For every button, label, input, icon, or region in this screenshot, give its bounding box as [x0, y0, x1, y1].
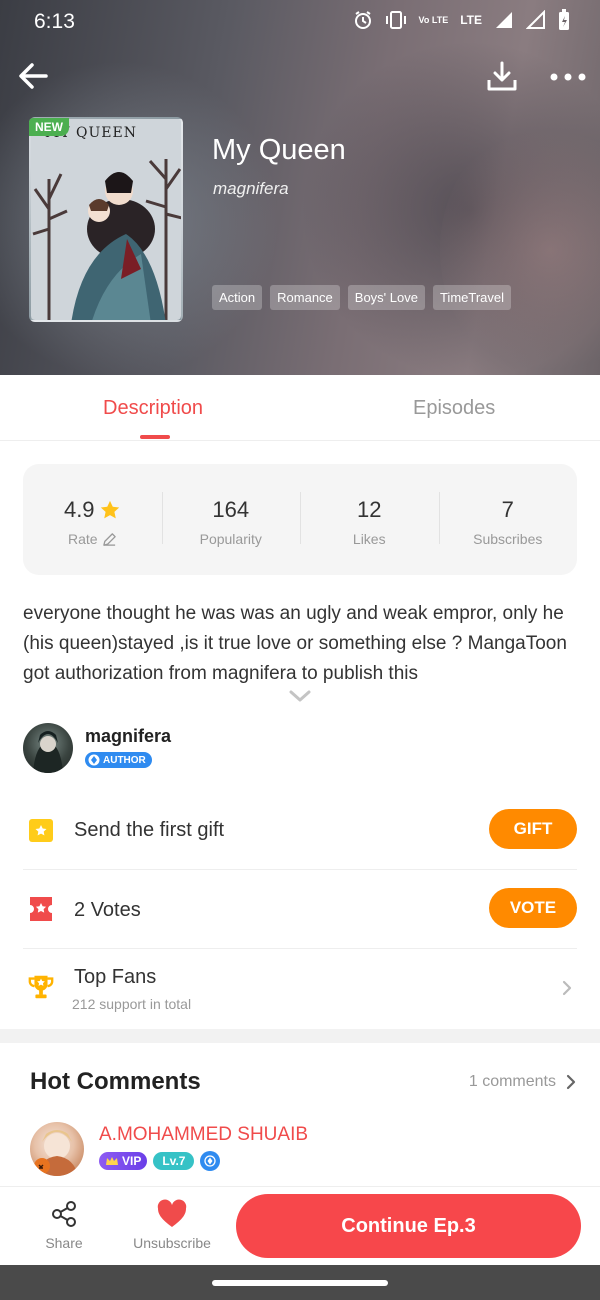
tab-description[interactable]: Description [103, 397, 203, 420]
edit-pencil-icon [102, 532, 116, 546]
system-navigation-bar [0, 1265, 600, 1300]
book-header: 6:13 Vo LTE LTE MY QUEEN NEW My Queen ma… [0, 0, 600, 375]
alarm-icon [354, 11, 371, 29]
bottom-action-bar: Share Unsubscribe Continue Ep.3 [0, 1186, 600, 1265]
stat-likes: 12 Likes [300, 464, 439, 575]
vote-text: 2 Votes [74, 899, 141, 922]
vote-count: 2 [74, 899, 86, 921]
tag-action[interactable]: Action [212, 285, 263, 310]
vote-button[interactable]: VOTE [489, 888, 577, 928]
vibrate-icon [385, 11, 406, 29]
author-shield-icon [88, 754, 100, 766]
author-circle-badge [200, 1151, 221, 1171]
status-time: 6:13 [34, 10, 75, 33]
gift-button[interactable]: GIFT [489, 809, 577, 849]
rate-label: Rate [67, 531, 98, 547]
commenter-name[interactable]: A.MOHAMMED SHUAIB [99, 1124, 308, 1146]
likes-value: 12 [357, 497, 382, 522]
author-badge-label: AUTHOR [103, 754, 146, 766]
share-label: Share [45, 1235, 83, 1251]
chevron-right-icon [566, 1074, 576, 1090]
vote-label: Votes [90, 899, 141, 921]
expand-description-button[interactable] [287, 688, 313, 704]
vip-badge: VIP [99, 1152, 148, 1170]
unsubscribe-label: Unsubscribe [133, 1235, 211, 1251]
more-dots-icon [550, 73, 586, 81]
hot-comments-count-link[interactable]: 1 comments [469, 1073, 576, 1091]
status-bar: 6:13 Vo LTE LTE [0, 0, 600, 44]
gift-text: Send the first gift [74, 819, 225, 841]
tab-episodes[interactable]: Episodes [413, 397, 495, 420]
top-fans-subtitle: 212 support in total [72, 996, 192, 1012]
likes-label: Likes [352, 531, 386, 547]
new-badge: NEW [29, 118, 69, 136]
chevron-down-icon [289, 690, 311, 702]
author-name[interactable]: magnifera [85, 726, 171, 747]
share-icon [52, 1201, 76, 1227]
author-avatar[interactable] [23, 723, 73, 773]
book-cover[interactable]: MY QUEEN [29, 117, 183, 322]
vip-badge-label: VIP [122, 1154, 142, 1168]
battery-icon [559, 9, 569, 30]
hot-comments-title: Hot Comments [30, 1068, 201, 1095]
gift-row: Send the first gift GIFT [23, 790, 577, 870]
unsubscribe-button[interactable]: Unsubscribe [128, 1199, 216, 1251]
status-icons: Vo LTE LTE [353, 9, 570, 31]
signal-icon [526, 10, 545, 29]
detail-tabs: Description Episodes [0, 375, 600, 441]
section-divider [0, 1029, 600, 1043]
book-author[interactable]: magnifera [213, 179, 289, 199]
vote-ticket-icon [30, 897, 52, 921]
popularity-value: 164 [212, 497, 250, 522]
stat-subscribes: 7 Subscribes [438, 464, 578, 575]
top-fans-row[interactable]: Top Fans 212 support in total [23, 949, 577, 1029]
book-title: My Queen [212, 134, 346, 166]
home-gesture-handle[interactable] [212, 1280, 388, 1286]
signal-icon [496, 12, 512, 28]
description-text: everyone thought he was was an ugly and … [23, 603, 567, 684]
stats-card: 4.9 Rate 164 Popularity 12 Likes 7 Subsc… [23, 464, 577, 575]
genre-tags: Action Romance Boys' Love TimeTravel [212, 285, 512, 310]
star-icon [100, 500, 119, 519]
top-fans-title: Top Fans [74, 966, 157, 988]
commenter-avatar[interactable] [30, 1122, 84, 1176]
diamond-icon [204, 1155, 217, 1167]
rate-value: 4.9 [63, 497, 95, 522]
author-badge: AUTHOR [85, 752, 152, 768]
heart-icon [157, 1199, 187, 1227]
subscribes-value: 7 [501, 497, 514, 522]
back-button[interactable] [16, 58, 52, 94]
vote-row: 2 Votes VOTE [23, 870, 577, 949]
commenter-avatar-image [34, 1130, 78, 1176]
tag-romance[interactable]: Romance [270, 285, 340, 310]
download-icon [487, 61, 517, 91]
chevron-right-icon [562, 980, 572, 996]
share-button[interactable]: Share [36, 1199, 92, 1251]
lte-icon: LTE [460, 12, 482, 27]
stat-popularity: 164 Popularity [161, 464, 301, 575]
subscribes-label: Subscribes [473, 531, 543, 547]
volte-icon: Vo LTE [418, 14, 449, 25]
popularity-label: Popularity [199, 531, 262, 547]
author-avatar-image [33, 731, 63, 773]
more-options-button[interactable] [548, 70, 588, 84]
commenter-badges: VIP Lv.7 [99, 1151, 221, 1171]
back-arrow-icon [19, 63, 48, 89]
trophy-icon [28, 975, 54, 999]
level-badge: Lv.7 [153, 1152, 195, 1170]
crown-icon [106, 1156, 118, 1165]
hot-comments-count: 1 comments [468, 1073, 556, 1090]
active-tab-indicator [140, 435, 170, 439]
tag-boys-love[interactable]: Boys' Love [347, 285, 425, 310]
stat-rate[interactable]: 4.9 Rate [23, 464, 162, 575]
continue-reading-button[interactable]: Continue Ep.3 [236, 1194, 581, 1258]
download-button[interactable] [484, 58, 520, 94]
cover-art [31, 119, 181, 320]
gift-icon [29, 819, 53, 842]
tag-timetravel[interactable]: TimeTravel [432, 285, 512, 310]
